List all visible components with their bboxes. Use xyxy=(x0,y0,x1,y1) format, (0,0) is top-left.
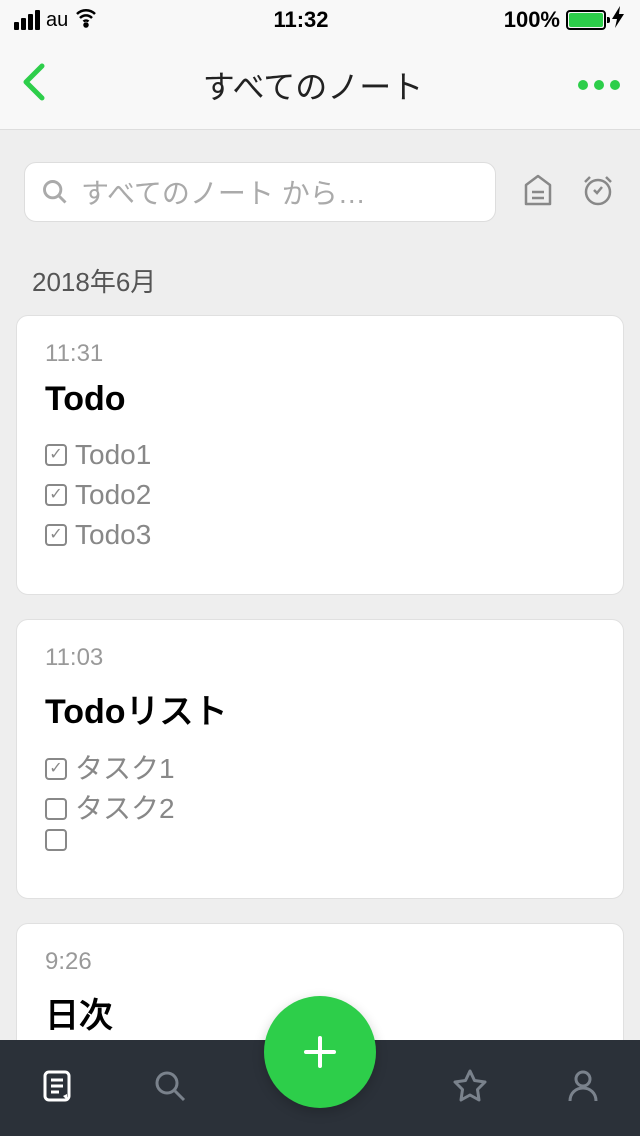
tab-account[interactable] xyxy=(563,1066,603,1111)
note-item: Todo3 xyxy=(45,515,595,555)
search-placeholder: すべてのノート から… xyxy=(81,172,366,212)
note-item-text: タスク2 xyxy=(75,789,175,829)
status-right: 100% xyxy=(504,6,626,34)
search-icon xyxy=(41,178,69,206)
page-title: すべてのノート xyxy=(203,62,423,108)
new-note-button[interactable] xyxy=(264,996,376,1108)
reminder-button[interactable] xyxy=(580,172,616,213)
checkbox-checked-icon xyxy=(45,758,67,780)
tab-notes[interactable] xyxy=(37,1066,77,1111)
checkbox-unchecked-icon xyxy=(45,798,67,820)
tab-favorites[interactable] xyxy=(450,1066,490,1111)
carrier-label: au xyxy=(46,9,68,32)
note-item-text: Todo1 xyxy=(75,435,151,475)
tab-search[interactable] xyxy=(150,1066,190,1111)
status-bar: au 11:32 100% xyxy=(0,0,640,40)
note-item: タスク1 xyxy=(45,749,595,789)
nav-header: すべてのノート xyxy=(0,40,640,130)
note-item xyxy=(45,829,595,851)
note-time: 11:31 xyxy=(45,340,595,368)
tag-button[interactable] xyxy=(520,172,556,213)
search-row: すべてのノート から… xyxy=(0,130,640,238)
note-item-text: Todo2 xyxy=(75,475,151,515)
status-time: 11:32 xyxy=(273,7,328,33)
status-left: au xyxy=(14,5,98,35)
checkbox-unchecked-icon xyxy=(45,829,67,851)
note-title: Todoリスト xyxy=(45,684,595,733)
checkbox-checked-icon xyxy=(45,444,67,466)
note-item-text: タスク1 xyxy=(75,749,175,789)
checkbox-checked-icon xyxy=(45,484,67,506)
more-button[interactable] xyxy=(578,80,620,90)
checkbox-checked-icon xyxy=(45,524,67,546)
battery-icon xyxy=(566,10,606,30)
note-item: タスク2 xyxy=(45,789,595,829)
note-time: 9:26 xyxy=(45,948,595,976)
note-card[interactable]: 11:31 Todo Todo1 Todo2 Todo3 xyxy=(16,315,624,595)
note-title: Todo xyxy=(45,380,595,419)
search-input[interactable]: すべてのノート から… xyxy=(24,162,496,222)
charging-icon xyxy=(612,6,626,34)
note-time: 11:03 xyxy=(45,644,595,672)
section-header: 2018年6月 xyxy=(0,238,640,315)
note-item: Todo1 xyxy=(45,435,595,475)
back-button[interactable] xyxy=(20,60,48,109)
battery-pct: 100% xyxy=(504,7,560,33)
note-list: 11:31 Todo Todo1 Todo2 Todo3 11:03 Todoリ… xyxy=(0,315,640,1054)
note-card[interactable]: 11:03 Todoリスト タスク1 タスク2 xyxy=(16,619,624,899)
signal-icon xyxy=(14,10,40,30)
note-item: Todo2 xyxy=(45,475,595,515)
wifi-icon xyxy=(74,5,98,35)
note-item-text: Todo3 xyxy=(75,515,151,555)
